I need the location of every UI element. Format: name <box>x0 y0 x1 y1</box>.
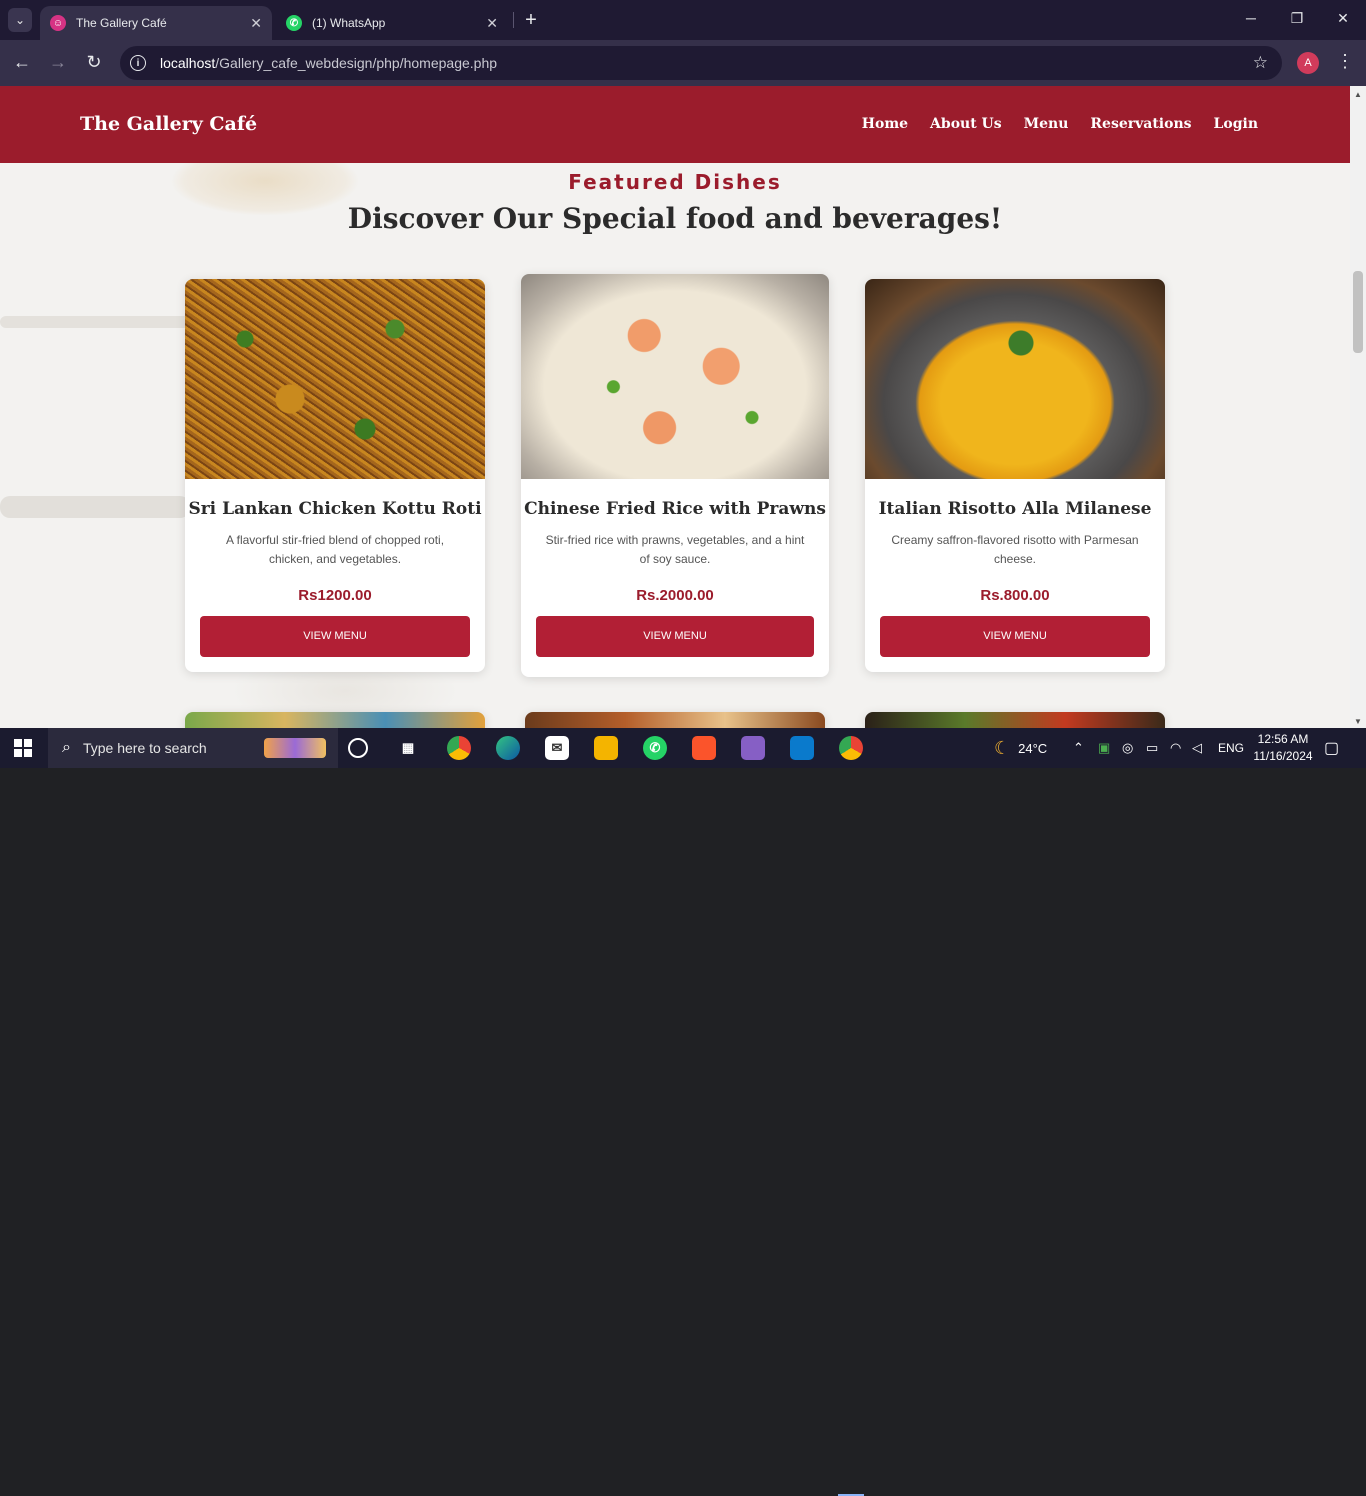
dish-title: Chinese Fried Rice with Prawns <box>524 499 826 519</box>
tab-divider <box>513 12 514 28</box>
site-info-icon[interactable]: i <box>130 55 146 71</box>
minimize-icon[interactable]: ─ <box>1241 10 1261 26</box>
taskbar-search-box[interactable]: ⌕ Type here to search <box>48 728 338 768</box>
search-icon: ⌕ <box>62 739 71 756</box>
mail-icon[interactable]: ✉ <box>545 736 569 760</box>
close-tab-icon[interactable]: ✕ <box>250 15 262 32</box>
clock-date: 11/16/2024 <box>1253 749 1313 763</box>
dish-card: Italian Risotto Alla Milanese Creamy saf… <box>865 279 1165 672</box>
scrollbar-thumb[interactable] <box>1353 271 1363 353</box>
weather-widget[interactable]: ☾ 24°C <box>994 728 1047 768</box>
cortana-icon[interactable] <box>348 738 368 758</box>
input-language[interactable]: ENG <box>1218 728 1244 768</box>
task-view-icon[interactable]: ▦ <box>396 736 420 760</box>
dish-card-partial <box>185 712 485 728</box>
dish-image <box>865 279 1165 479</box>
site-brand-logo[interactable]: The Gallery Café <box>80 113 257 135</box>
nav-home[interactable]: Home <box>862 116 908 132</box>
chrome-icon[interactable] <box>447 736 471 760</box>
gallery-cafe-favicon-icon: ☺ <box>50 15 66 31</box>
nav-menu[interactable]: Menu <box>1024 116 1069 132</box>
edge-icon[interactable] <box>496 736 520 760</box>
close-window-icon[interactable]: ✕ <box>1333 10 1353 27</box>
dish-card-partial <box>525 712 825 728</box>
dish-price: Rs.800.00 <box>980 587 1050 604</box>
reload-button[interactable]: ↻ <box>82 52 106 73</box>
nav-about-us[interactable]: About Us <box>930 116 1002 132</box>
dish-title: Italian Risotto Alla Milanese <box>878 499 1152 519</box>
dish-description: A flavorful stir-fried blend of chopped … <box>225 533 445 566</box>
view-menu-button[interactable]: VIEW MENU <box>536 616 814 657</box>
nav-reservations[interactable]: Reservations <box>1090 116 1191 132</box>
brave-icon[interactable] <box>692 736 716 760</box>
back-button[interactable]: ← <box>10 52 34 73</box>
forward-button[interactable]: → <box>46 52 70 73</box>
clock-time: 12:56 AM <box>1257 732 1309 746</box>
background-fork-image <box>0 496 190 518</box>
volume-icon[interactable]: ◁ <box>1192 728 1202 768</box>
bookmark-star-icon[interactable]: ☆ <box>1253 53 1268 73</box>
dish-image <box>521 274 829 479</box>
page-viewport: The Gallery Café Home About Us Menu Rese… <box>0 86 1366 728</box>
close-tab-icon[interactable]: ✕ <box>486 15 498 32</box>
site-header: The Gallery Café Home About Us Menu Rese… <box>0 86 1350 163</box>
browser-menu-icon[interactable]: ⋮ <box>1336 51 1354 72</box>
browser-toolbar: ← → ↻ i localhost/Gallery_cafe_webdesign… <box>0 40 1366 86</box>
battery-icon[interactable]: ▭ <box>1146 728 1158 768</box>
address-bar[interactable]: i localhost/Gallery_cafe_webdesign/php/h… <box>120 46 1282 80</box>
tab-search-button[interactable]: ⌄ <box>8 8 32 32</box>
chrome-profile-icon[interactable] <box>839 736 863 760</box>
profile-avatar[interactable]: A <box>1297 52 1319 74</box>
show-hidden-icons-icon[interactable]: ⌃ <box>1073 728 1084 768</box>
view-menu-button[interactable]: VIEW MENU <box>880 616 1150 657</box>
whatsapp-icon[interactable]: ✆ <box>643 736 667 760</box>
vscode-icon[interactable] <box>790 736 814 760</box>
url-path: /Gallery_cafe_webdesign/php/homepage.php <box>215 55 498 71</box>
dish-description: Stir-fried rice with prawns, vegetables,… <box>545 533 805 566</box>
url-text[interactable]: localhost/Gallery_cafe_webdesign/php/hom… <box>160 55 497 71</box>
browser-tab-bar: ⌄ ☺ The Gallery Café ✕ ✆ (1) WhatsApp ✕ … <box>0 0 1366 40</box>
restore-icon[interactable]: ❐ <box>1287 10 1307 27</box>
new-tab-button[interactable]: + <box>520 9 542 32</box>
background-spoon-image <box>0 316 200 328</box>
scroll-up-arrow-icon[interactable]: ▲ <box>1354 90 1362 99</box>
app-tray-icon[interactable]: ▣ <box>1098 728 1110 768</box>
file-explorer-icon[interactable] <box>594 736 618 760</box>
tab-title: The Gallery Café <box>76 16 167 30</box>
dish-card: Chinese Fried Rice with Prawns Stir-frie… <box>521 274 829 677</box>
tab-gallery-cafe[interactable]: ☺ The Gallery Café ✕ <box>40 6 272 40</box>
dish-image <box>185 279 485 479</box>
dish-price: Rs1200.00 <box>298 587 372 604</box>
dish-price: Rs.2000.00 <box>636 587 714 604</box>
page-scrollbar[interactable]: ▲ ▼ <box>1350 86 1366 728</box>
dish-card: Sri Lankan Chicken Kottu Roti A flavorfu… <box>185 279 485 672</box>
scroll-down-arrow-icon[interactable]: ▼ <box>1354 717 1362 726</box>
dish-card-partial <box>865 712 1165 728</box>
visual-studio-icon[interactable] <box>741 736 765 760</box>
dish-description: Creamy saffron-flavored risotto with Par… <box>891 533 1139 566</box>
view-menu-button[interactable]: VIEW MENU <box>200 616 470 657</box>
search-placeholder: Type here to search <box>82 740 207 756</box>
dish-title: Sri Lankan Chicken Kottu Roti <box>188 499 482 519</box>
search-highlight-image <box>264 738 326 758</box>
system-clock[interactable]: 12:56 AM 11/16/2024 <box>1248 731 1318 765</box>
url-host: localhost <box>160 55 216 71</box>
meet-now-icon[interactable]: ◎ <box>1122 728 1133 768</box>
weather-icon: ☾ <box>994 737 1011 758</box>
tab-title: (1) WhatsApp <box>312 16 386 30</box>
notifications-icon[interactable]: ▢ <box>1324 728 1339 768</box>
windows-start-icon[interactable] <box>14 739 32 757</box>
nav-login[interactable]: Login <box>1214 116 1258 132</box>
tab-whatsapp[interactable]: ✆ (1) WhatsApp ✕ <box>276 6 508 40</box>
wifi-icon[interactable]: ◠ <box>1170 728 1181 768</box>
section-headline: Discover Our Special food and beverages! <box>347 202 1003 235</box>
section-eyebrow: Featured Dishes <box>568 170 782 194</box>
windows-taskbar: ⌕ Type here to search ▦ ✉ ✆ ☾ 24°C ⌃ ▣ ◎… <box>0 728 1366 1496</box>
site-nav: Home About Us Menu Reservations Login <box>862 116 1258 132</box>
weather-temperature: 24°C <box>1018 740 1048 756</box>
whatsapp-favicon-icon: ✆ <box>286 15 302 31</box>
